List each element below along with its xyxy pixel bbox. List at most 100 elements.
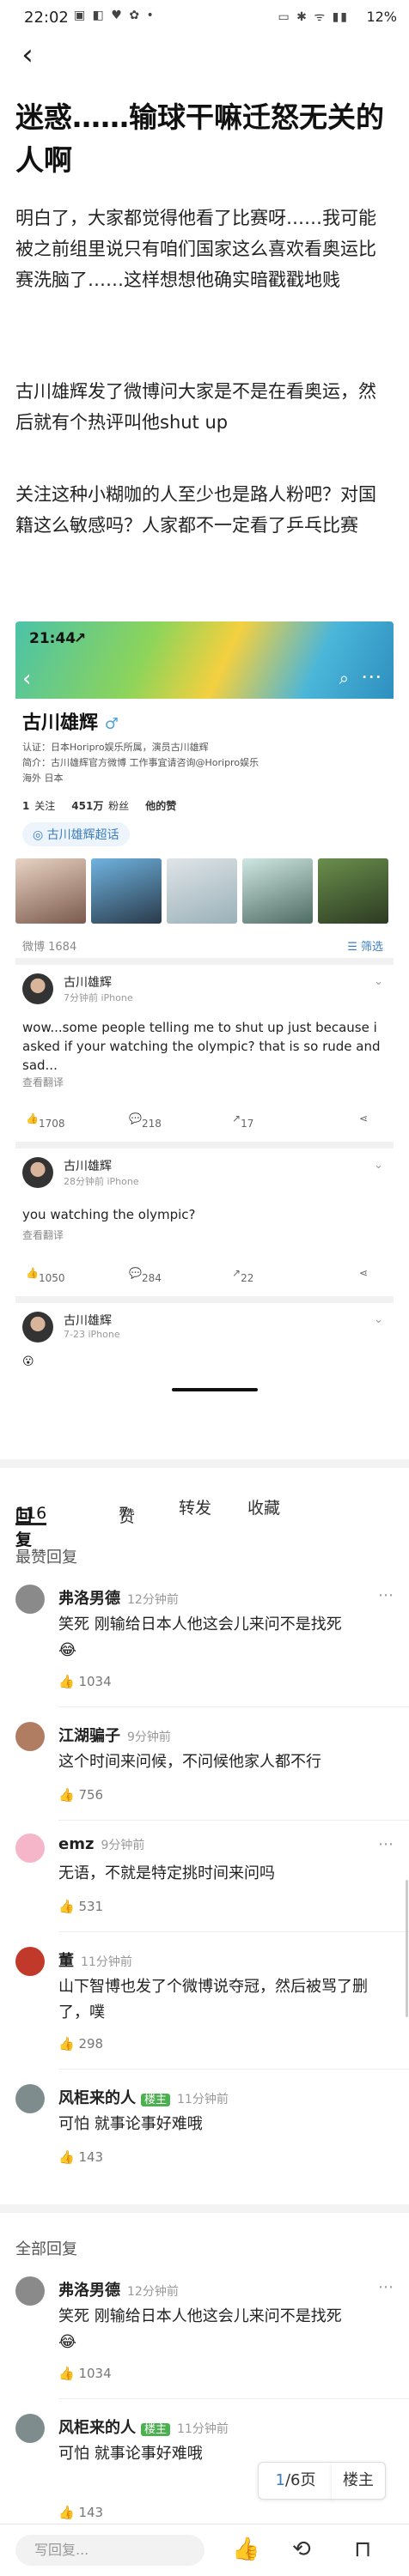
- repost-icon[interactable]: ⟲: [292, 2537, 311, 2562]
- bookmark-icon[interactable]: ⊓: [354, 2537, 371, 2562]
- notification-icons: ▣ ◧ ♥ ✿ •: [74, 9, 156, 22]
- comment-text: 无语，不就是特定挑时间来问吗: [58, 1864, 275, 1882]
- tab-repost[interactable]: 转发: [179, 1495, 211, 1518]
- comment-item[interactable]: 董 11分钟前 山下智博也发了个微博说夺冠，然后被骂了删了，噗 👍 298: [0, 1947, 409, 2070]
- avatar[interactable]: [15, 2084, 45, 2113]
- comment-author[interactable]: 风柜来的人 楼主 11分钟前: [58, 2415, 229, 2438]
- comment-item[interactable]: 弗洛男德 12分钟前 ⋯ 笑死 刚输给日本人他这会儿来问不是找死 😂 👍 1034: [0, 2276, 409, 2399]
- like-icon: 👍 1050: [26, 1267, 65, 1284]
- profile-photo-1: [15, 858, 86, 924]
- comment-like[interactable]: 👍 298: [58, 2036, 103, 2052]
- status-time: 22:02: [24, 9, 69, 27]
- comment-text: 笑死 刚输给日本人他这会儿来问不是找死 😂: [58, 2307, 342, 2351]
- comment-text: 山下智博也发了个微博说夺冠，然后被骂了删了，噗: [58, 1978, 368, 2021]
- divider: [58, 1706, 409, 1707]
- avatar[interactable]: [15, 1834, 45, 1863]
- post-meta: 7-23 iPhone: [64, 1329, 120, 1340]
- translate-link: 查看翻译: [22, 1229, 64, 1241]
- comment-item[interactable]: emz 9分钟前 ⋯ 无语，不就是特定挑时间来问吗 👍 531: [0, 1834, 409, 1932]
- page-indicator[interactable]: 1/6页: [258, 2462, 333, 2500]
- comment-author[interactable]: 风柜来的人 楼主 11分钟前: [58, 2086, 229, 2108]
- comment-like[interactable]: 👍 143: [58, 2149, 103, 2165]
- verify-text: 认证：日本Horipro娱乐所属，演员古川雄辉: [22, 742, 209, 753]
- male-icon: ♂: [104, 715, 119, 733]
- scrollbar[interactable]: [406, 1880, 408, 2017]
- avatar: [22, 1157, 53, 1188]
- embed-search-icon: ⌕: [339, 668, 349, 688]
- divider: [15, 958, 394, 965]
- op-only-button[interactable]: 楼主: [332, 2462, 386, 2500]
- comment-item[interactable]: 风柜来的人 楼主 11分钟前 可怕 就事论事好难哦 👍 143: [0, 2084, 409, 2170]
- embed-back-icon: ‹: [22, 666, 32, 692]
- repost-icon: ↗ 22: [232, 1267, 254, 1284]
- more-icon[interactable]: ⋯: [378, 1835, 394, 1853]
- profile-photo-2: [91, 858, 162, 924]
- home-indicator: [172, 1388, 258, 1391]
- post-title: 迷惑……输球干嘛迁怒无关的人啊: [15, 100, 384, 177]
- embed-more-icon: ⋯: [361, 664, 382, 688]
- like-icon[interactable]: 👍: [232, 2537, 259, 2562]
- comment-like[interactable]: 👍 1034: [58, 2366, 112, 2381]
- avatar: [22, 973, 53, 1004]
- divider: [58, 2398, 409, 2399]
- divider: [58, 1931, 409, 1932]
- avatar: [22, 1312, 53, 1343]
- post-count: 微博 1684: [22, 941, 77, 954]
- share-icon: ⋖: [359, 1267, 369, 1279]
- comment-like[interactable]: 👍 756: [58, 1787, 103, 1803]
- reply-input[interactable]: 写回复...: [15, 2535, 204, 2566]
- divider: [15, 1296, 394, 1303]
- op-badge: 楼主: [141, 2094, 171, 2106]
- section-divider: [0, 2204, 409, 2213]
- comment-text: 笑死 刚输给日本人他这会儿来问不是找死 😂: [58, 1615, 342, 1659]
- avatar[interactable]: [15, 2414, 45, 2443]
- post-author: 古川雄辉: [64, 976, 112, 990]
- chevron-down-icon: ⌄: [374, 1313, 383, 1326]
- post-paragraph-2: 古川雄辉发了微博问大家是不是在看奥运，然后就有个热评叫他shut up: [15, 381, 376, 433]
- comment-like[interactable]: 👍 143: [58, 2505, 103, 2520]
- intro-text: 简介：古川雄辉官方微博 工作事宜请咨询@Horipro娱乐: [22, 757, 259, 768]
- comment-item[interactable]: 弗洛男德 12分钟前 ⋯ 笑死 刚输给日本人他这会儿来问不是找死 😂 👍 1034: [0, 1585, 409, 1707]
- super-topic-pill: ◎ 古川雄辉超话: [22, 822, 130, 846]
- tab-collect[interactable]: 收藏: [247, 1495, 280, 1518]
- comment-text: 可怕 就事论事好难哦: [58, 2445, 203, 2463]
- more-icon[interactable]: ⋯: [378, 1586, 394, 1604]
- avatar[interactable]: [15, 1722, 45, 1751]
- avatar[interactable]: [15, 2276, 45, 2306]
- comment-text: 可怕 就事论事好难哦: [58, 2115, 203, 2133]
- back-arrow-icon[interactable]: ‹: [10, 38, 45, 72]
- avatar[interactable]: [15, 1585, 45, 1614]
- embed-status-time: 21:44: [29, 630, 76, 647]
- signal-icons: ▭ ✱ ᯤ ▮▮: [278, 10, 349, 24]
- comment-icon: 💬 284: [129, 1267, 162, 1284]
- divider: [58, 2069, 409, 2070]
- post-actions: 👍 1708 💬 218 ↗ 17 ⋖: [15, 1107, 394, 1133]
- status-bar: 22:02 ▣ ◧ ♥ ✿ • ▭ ✱ ᯤ ▮▮ 12%: [0, 0, 409, 34]
- comment-like[interactable]: 👍 1034: [58, 1674, 112, 1689]
- post-meta: 28分钟前 iPhone: [64, 1176, 139, 1187]
- comment-text: 这个时间来问候，不问候他家人都不行: [58, 1753, 321, 1771]
- divider: [15, 1142, 394, 1149]
- location-arrow-icon: ↗: [74, 630, 87, 647]
- active-tab-indicator: [15, 1523, 46, 1525]
- comment-author[interactable]: 弗洛男德 12分钟前: [58, 2278, 179, 2300]
- like-icon: 👍 1708: [26, 1112, 65, 1130]
- comment-item[interactable]: 江湖骗子 9分钟前 这个时间来问候，不问候他家人都不行 👍 756: [0, 1722, 409, 1821]
- profile-photo-4: [242, 858, 313, 924]
- more-icon[interactable]: ⋯: [378, 2278, 394, 2296]
- section-divider: [0, 1459, 409, 1468]
- comment-author[interactable]: emz 9分钟前: [58, 1835, 144, 1853]
- region-text: 海外 日本: [22, 773, 64, 784]
- post-paragraph-1: 明白了，大家都觉得他看了比赛呀……我可能被之前组里说只有咱们国家这么喜欢看奥运比…: [15, 208, 376, 290]
- comment-like[interactable]: 👍 531: [58, 1899, 103, 1914]
- avatar[interactable]: [15, 1947, 45, 1976]
- embedded-screenshot[interactable]: 21:44 ↗ ‹ ⌕ ⋯ 古川雄辉 ♂ 认证：日本Horipro娱乐所属，演员…: [15, 621, 394, 1394]
- profile-photo-5: [318, 858, 388, 924]
- all-replies-label: 全部回复: [15, 2240, 77, 2258]
- comment-author[interactable]: 江湖骗子 9分钟前: [58, 1724, 171, 1746]
- comment-icon: 💬 218: [129, 1112, 162, 1130]
- comment-author[interactable]: 弗洛男德 12分钟前: [58, 1586, 179, 1609]
- translate-link: 查看翻译: [22, 1076, 64, 1088]
- comment-author[interactable]: 董 11分钟前: [58, 1949, 132, 1971]
- repost-icon: ↗ 17: [232, 1112, 254, 1130]
